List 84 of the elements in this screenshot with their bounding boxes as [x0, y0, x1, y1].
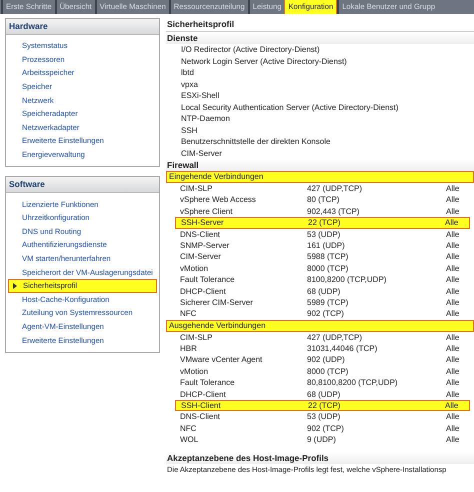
service-name: ESXi-Shell	[180, 90, 220, 102]
table-cell-text: Alle	[446, 434, 460, 446]
table-cell-text: 8000 (TCP)	[307, 366, 350, 378]
table-cell-text: 53 (UDP)	[307, 411, 342, 423]
table-cell-text: 80,8100,8200 (TCP,UDP)	[307, 377, 399, 389]
table-cell-text: Alle	[446, 411, 460, 423]
table-cell-text: SNMP-Server	[180, 240, 230, 252]
table-cell-text: Alle	[446, 183, 460, 194]
table-cell-text: 161 (UDP)	[307, 240, 346, 252]
table-cell-text: CIM-SLP	[180, 332, 214, 344]
table-cell-text: Alle	[445, 401, 460, 410]
table-cell-text: Alle	[446, 332, 460, 344]
table-cell-text: vMotion	[180, 262, 210, 274]
table-cell-text: 80 (TCP)	[307, 194, 340, 206]
service-name: lbtd	[180, 67, 195, 78]
table-cell-text: Alle	[446, 251, 460, 263]
table-cell-text: 68 (UDP)	[307, 286, 342, 297]
table-cell-text: 31031,44046 (TCP)	[307, 343, 378, 354]
table-cell-text: 9 (UDP)	[307, 434, 337, 446]
service-name: SSH	[180, 124, 198, 136]
table-cell-text: Alle	[446, 354, 460, 366]
panel-header: Hardware	[6, 19, 159, 35]
table-cell-text: Alle	[446, 366, 460, 378]
table-cell-text: 53 (UDP)	[307, 228, 342, 240]
table-cell-text: vSphere Web Access	[180, 194, 257, 206]
table-cell-text: 8000 (TCP)	[307, 262, 350, 274]
table-cell-text: 902 (TCP)	[307, 422, 345, 434]
table-cell-text: 902 (TCP)	[307, 308, 345, 320]
table-cell-text: HBR	[180, 343, 198, 354]
table-cell-text: NFC	[180, 422, 198, 434]
table-cell-text: 8100,8200 (TCP,UDP)	[307, 274, 388, 286]
table-cell-text: 22 (TCP)	[308, 218, 342, 228]
service-name: vpxa	[180, 78, 199, 90]
table-cell-text: VMware vCenter Agent	[180, 354, 264, 366]
section-heading: Akzeptanzebene des Host-Image-Profils	[166, 452, 474, 464]
table-cell-text: 5989 (TCP)	[307, 296, 350, 308]
table-cell-text: Alle	[446, 286, 460, 297]
table-cell-text: DNS-Client	[180, 411, 222, 423]
table-cell-text: Alle	[446, 274, 460, 286]
table-cell-text: Alle	[446, 377, 460, 389]
table-cell-text: 427 (UDP,TCP)	[307, 332, 363, 344]
table-cell-text: DHCP-Client	[180, 388, 227, 400]
table-cell-text: Alle	[446, 296, 460, 308]
table-cell-text: Alle	[446, 240, 460, 252]
table-cell-text: Alle	[446, 194, 460, 206]
service-name: Benutzerschnittstelle der direkten Konsole	[180, 136, 332, 148]
service-name: I/O Redirector (Active Directory-Dienst)	[180, 44, 321, 56]
table-cell-text: 902 (UDP)	[307, 354, 346, 366]
table-cell-text: 5988 (TCP)	[307, 251, 350, 263]
table-cell-text: DHCP-Client	[180, 286, 227, 297]
table-cell-text: CIM-Server	[180, 251, 222, 263]
table-cell-text: Alle	[445, 218, 460, 228]
table-cell-text: CIM-SLP	[180, 183, 214, 194]
table-cell-text: Alle	[446, 262, 460, 274]
table-cell-text: DNS-Client	[180, 228, 222, 240]
section-heading: Dienste	[166, 32, 474, 44]
table-cell-text: Alle	[446, 228, 460, 240]
table-cell-text: Fault Tolerance	[180, 377, 236, 389]
table-cell-text: SSH-Server	[181, 218, 225, 228]
table-cell-text: Alle	[446, 206, 460, 218]
group-header: Ausgehende Verbindungen	[166, 320, 474, 332]
table-cell-text: Alle	[446, 422, 460, 434]
table-cell-text: 902,443 (TCP)	[307, 206, 360, 218]
table-cell-text: 427 (UDP,TCP)	[307, 183, 363, 194]
table-cell-text: SSH-Client	[181, 401, 222, 410]
table-cell-text: Alle	[446, 343, 460, 354]
group-header: Eingehende Verbindungen	[166, 171, 474, 183]
table-cell-text: 68 (UDP)	[307, 388, 342, 400]
service-name: Local Security Authentication Server (Active Directory-Dienst)	[180, 102, 400, 113]
table-cell-text: vSphere Client	[180, 206, 234, 218]
table-cell-text: vMotion	[180, 366, 210, 378]
section-heading: Firewall	[166, 159, 474, 171]
table-cell-text: Alle	[446, 308, 460, 320]
panel-header: Software	[6, 177, 159, 194]
table-cell-text: 22 (TCP)	[308, 401, 342, 410]
table-cell-text: Fault Tolerance	[180, 274, 236, 286]
triangle-bullet-icon	[13, 282, 17, 289]
table-cell-text: Sicherer CIM-Server	[180, 296, 254, 308]
service-name: CIM-Server	[180, 148, 223, 159]
table-cell-text: Alle	[446, 388, 460, 400]
table-cell-text: WOL	[180, 434, 200, 446]
table-cell-text: NFC	[180, 308, 198, 320]
service-name: NTP-Daemon	[180, 113, 231, 124]
service-name: Network Login Server (Active Directory-Dienst)	[180, 56, 348, 67]
